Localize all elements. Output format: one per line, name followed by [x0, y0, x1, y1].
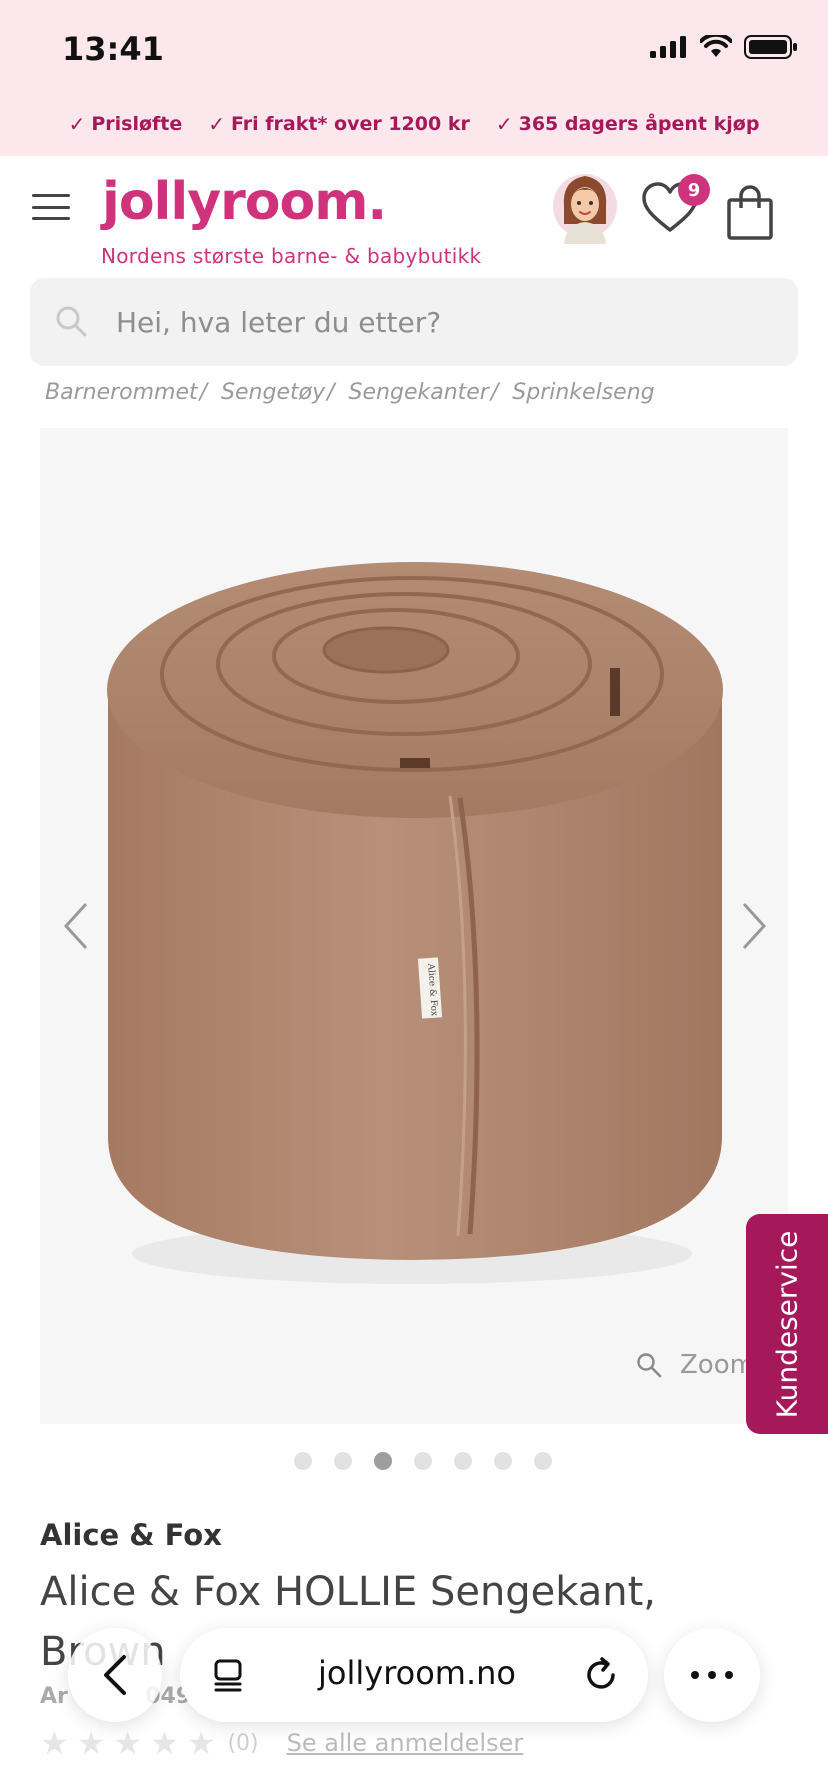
chevron-left-icon: [104, 1655, 126, 1695]
star-icon: ★: [186, 1724, 216, 1762]
star-icon: ★: [113, 1724, 143, 1762]
status-time: 13:41: [62, 30, 164, 68]
carousel-dot[interactable]: [534, 1452, 552, 1470]
tabs-icon[interactable]: [212, 1658, 248, 1694]
usp-item: ✓ 365 dagers åpent kjøp: [496, 112, 760, 136]
breadcrumb-item[interactable]: Sprinkelseng: [512, 380, 654, 405]
checkmark-icon: ✓: [495, 112, 513, 136]
carousel-dot[interactable]: [334, 1452, 352, 1470]
breadcrumb-label: Sprinkelseng: [512, 380, 655, 405]
carousel-dot[interactable]: [414, 1452, 432, 1470]
breadcrumb-separator: /: [490, 380, 499, 405]
product-image[interactable]: Alice & Fox: [40, 428, 788, 1424]
shopping-bag-icon[interactable]: [726, 184, 774, 240]
breadcrumb-label: Barnerommet: [45, 380, 198, 405]
cellular-signal-icon: [650, 36, 686, 58]
star-icon: ★: [40, 1724, 69, 1762]
rating-count: (0): [227, 1730, 259, 1756]
carousel-dot[interactable]: [454, 1452, 472, 1470]
breadcrumb-separator: /: [327, 380, 335, 405]
breadcrumb: Barnerommet/ Sengetøy/ Sengekanter/ Spri…: [45, 380, 655, 405]
status-icons: [650, 34, 798, 60]
breadcrumb-label: Sengetøy: [221, 380, 326, 405]
see-all-reviews-link[interactable]: Se alle anmeldelser: [287, 1729, 524, 1757]
product-brand[interactable]: Alice & Fox: [40, 1518, 222, 1552]
rating-row: ★ ★ ★ ★ ★ (0) Se alle anmeldelser: [40, 1724, 523, 1762]
site-tagline: Nordens største barne- & babybutikk: [101, 244, 482, 268]
avatar[interactable]: [552, 166, 618, 244]
site-logo[interactable]: jollyroom.: [102, 172, 387, 232]
battery-icon: [744, 35, 797, 59]
ellipsis-icon: [691, 1671, 733, 1679]
usp-label: Prisløfte: [91, 113, 183, 135]
search-bar[interactable]: [30, 278, 798, 366]
wishlist-count-badge: 9: [678, 174, 710, 206]
customer-service-label: Kundeservice: [770, 1230, 804, 1418]
gallery-prev-arrow-icon[interactable]: [56, 896, 96, 956]
usp-label: 365 dagers åpent kjøp: [518, 113, 760, 135]
star-icon: ★: [150, 1724, 179, 1762]
usp-item: ✓ Fri frakt* over 1200 kr: [208, 112, 470, 136]
address-bar[interactable]: jollyroom.no: [180, 1628, 648, 1722]
breadcrumb-item[interactable]: Sengekanter/: [349, 380, 499, 405]
carousel-dot[interactable]: [494, 1452, 512, 1470]
carousel-dot[interactable]: [294, 1452, 312, 1470]
usp-item: ✓ Prisløfte: [69, 112, 183, 136]
checkmark-icon: ✓: [68, 112, 86, 136]
breadcrumb-item[interactable]: Barnerommet/: [45, 380, 207, 405]
magnifier-icon: [637, 1353, 662, 1378]
breadcrumb-separator: /: [199, 380, 208, 405]
product-photo-bumper: Alice & Fox: [107, 562, 723, 1284]
zoom-label: Zoom: [680, 1350, 755, 1380]
breadcrumb-label: Sengekanter: [348, 380, 489, 405]
breadcrumb-item[interactable]: Sengetøy/: [221, 380, 334, 405]
search-icon: [56, 306, 87, 337]
reload-icon[interactable]: [582, 1656, 620, 1694]
menu-icon[interactable]: [32, 194, 70, 220]
carousel-dot-active[interactable]: [374, 1452, 392, 1470]
star-icon: ★: [76, 1724, 106, 1762]
more-options-button[interactable]: [664, 1628, 760, 1722]
carousel-dots: [294, 1452, 552, 1470]
article-number-prefix: Ar: [40, 1684, 68, 1709]
gallery-next-arrow-icon[interactable]: [734, 896, 774, 956]
usp-label: Fri frakt* over 1200 kr: [231, 113, 470, 135]
url-text[interactable]: jollyroom.no: [318, 1654, 516, 1692]
browser-back-button[interactable]: [68, 1628, 162, 1722]
checkmark-icon: ✓: [208, 112, 226, 136]
search-input[interactable]: [116, 278, 776, 366]
wifi-icon: [700, 35, 732, 57]
usp-row: ✓ Prisløfte ✓ Fri frakt* over 1200 kr ✓ …: [0, 112, 828, 136]
zoom-button[interactable]: Zoom: [636, 1350, 755, 1380]
customer-service-tab[interactable]: Kundeservice: [746, 1214, 828, 1434]
